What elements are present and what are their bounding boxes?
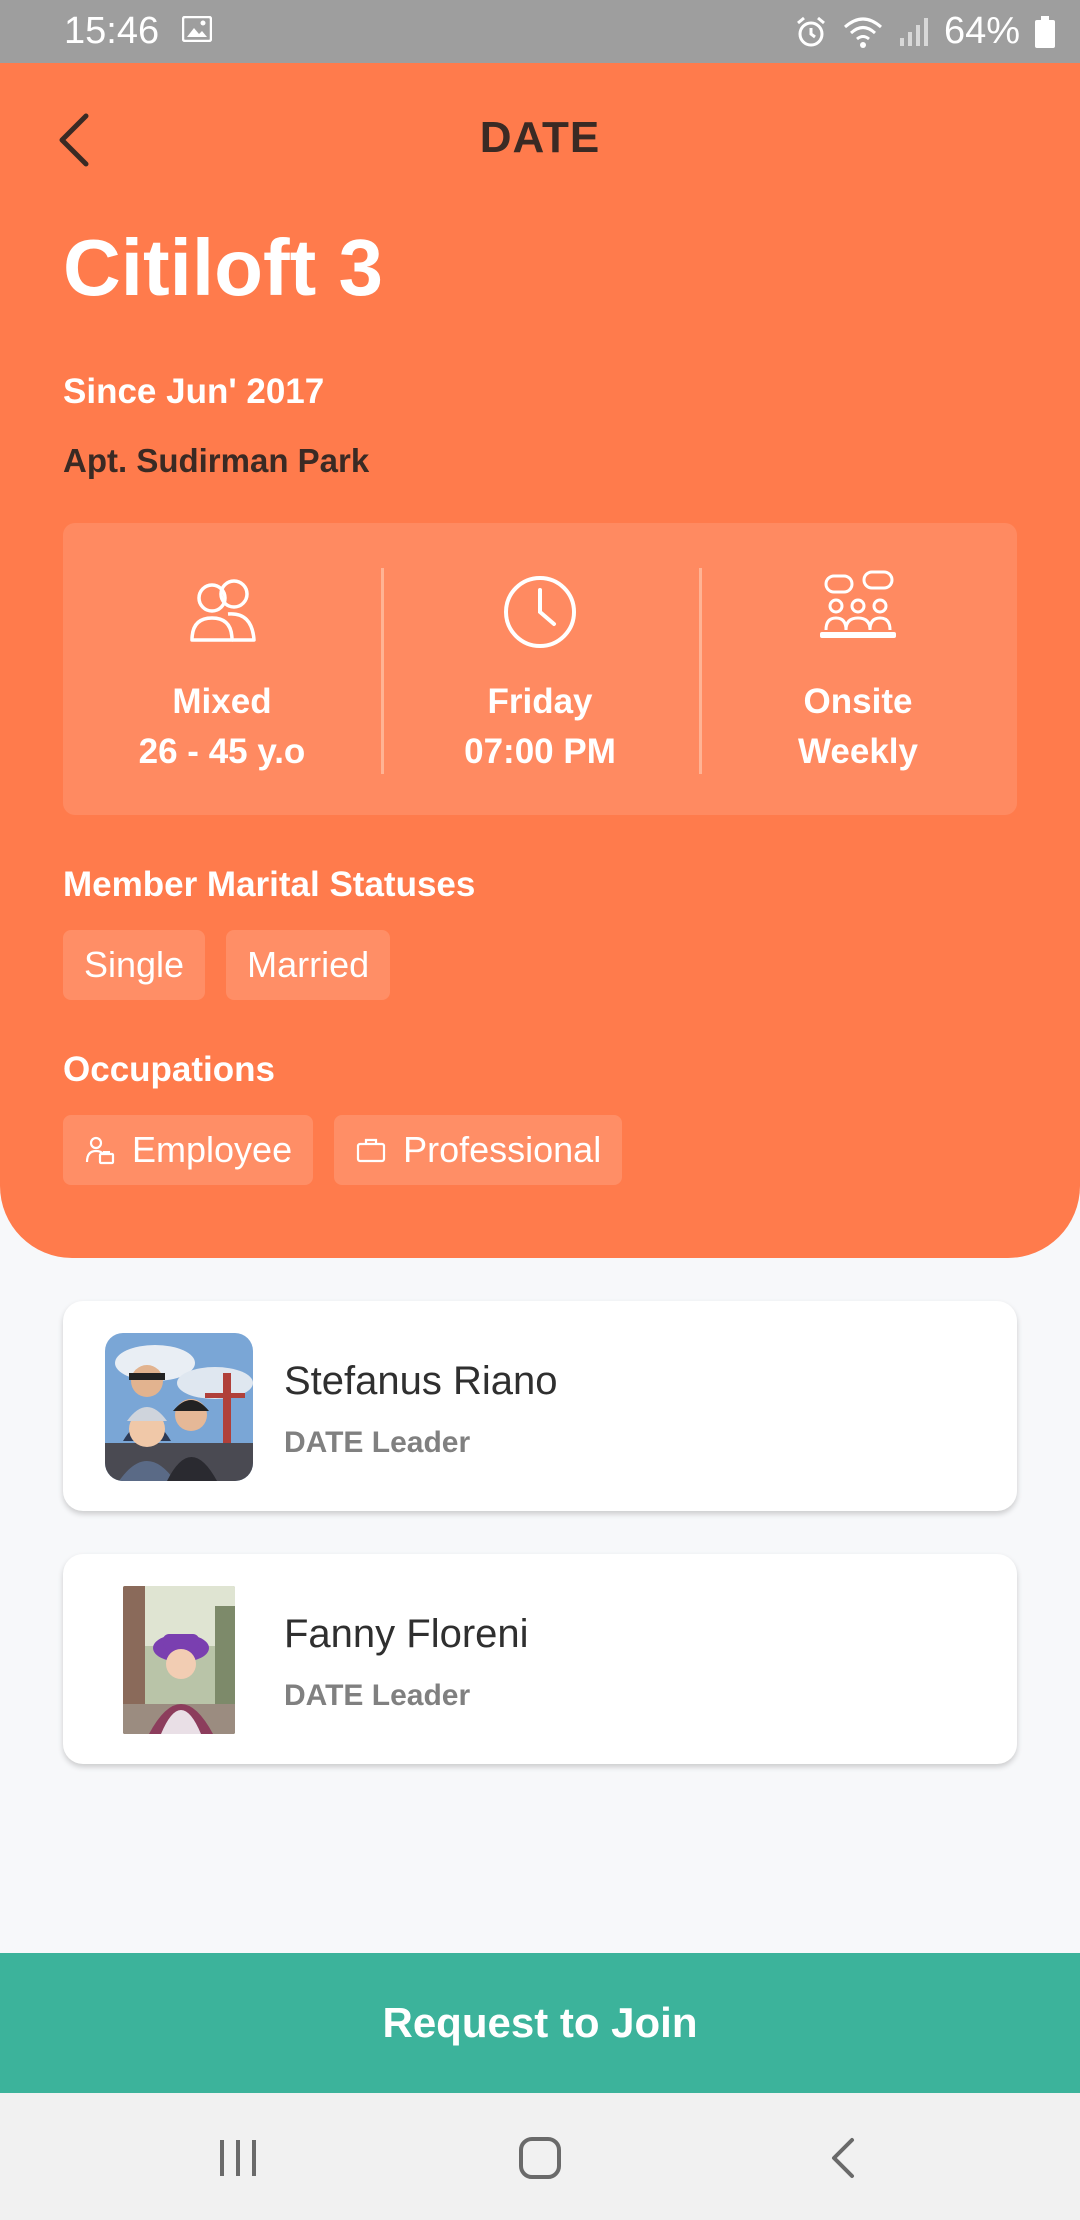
chip-label: Single: [84, 944, 185, 985]
system-back-button[interactable]: [808, 2123, 878, 2193]
info-location-type: Onsite: [803, 682, 913, 721]
info-age-range: 26 - 45 y.o: [138, 732, 306, 771]
group-since: Since Jun' 2017: [63, 372, 325, 411]
recent-apps-button[interactable]: [203, 2123, 273, 2193]
occupation-chips: Employee Professional: [63, 1115, 623, 1185]
group-info-card: Mixed 26 - 45 y.o Friday 07:00 PM Onsite…: [63, 523, 1017, 815]
info-demographic: Mixed 26 - 45 y.o: [63, 523, 381, 815]
chip-professional: Professional: [334, 1115, 623, 1185]
wifi-icon: [843, 17, 882, 48]
info-frequency: Weekly: [798, 732, 918, 771]
battery-icon: [1035, 15, 1055, 48]
info-day: Friday: [487, 682, 593, 721]
chip-single: Single: [63, 930, 206, 1000]
leader-role: DATE Leader: [284, 1426, 471, 1459]
group-name: Citiloft 3: [63, 223, 383, 312]
avatar: [105, 1333, 253, 1481]
info-meeting: Onsite Weekly: [699, 523, 1017, 815]
status-time: 15:46: [64, 10, 160, 52]
leader-card-stefanus[interactable]: Stefanus Riano DATE Leader: [63, 1301, 1017, 1511]
status-bar: 15:46 64%: [0, 0, 1080, 63]
alarm-icon: [796, 16, 825, 46]
recent-apps-icon: [220, 2140, 256, 2176]
marital-status-label: Member Marital Statuses: [63, 865, 476, 904]
chip-label: Employee: [132, 1129, 293, 1170]
leader-name: Fanny Floreni: [284, 1612, 529, 1656]
employee-icon: [85, 1136, 115, 1165]
system-nav-bar: [0, 2093, 1080, 2220]
meeting-icon: [820, 570, 896, 638]
info-gender: Mixed: [172, 682, 272, 721]
avatar: [123, 1586, 235, 1734]
leader-photo-fanny: [123, 1586, 235, 1734]
home-button[interactable]: [505, 2123, 575, 2193]
page-title: DATE: [479, 113, 601, 162]
chip-married: Married: [226, 930, 391, 1000]
info-time: 07:00 PM: [464, 732, 616, 771]
chip-employee: Employee: [63, 1115, 314, 1185]
signal-icon: [899, 17, 928, 46]
briefcase-icon: [356, 1138, 386, 1163]
leader-role: DATE Leader: [284, 1679, 471, 1712]
leader-photo-stefanus: [105, 1333, 253, 1481]
chip-label: Professional: [403, 1129, 602, 1170]
clock-icon: [504, 576, 576, 648]
info-schedule: Friday 07:00 PM: [381, 523, 699, 815]
leader-name: Stefanus Riano: [284, 1359, 558, 1403]
battery-percent: 64%: [943, 10, 1020, 52]
group-location: Apt. Sudirman Park: [63, 442, 370, 479]
leader-card-fanny[interactable]: Fanny Floreni DATE Leader: [63, 1554, 1017, 1764]
occupations-label: Occupations: [63, 1050, 275, 1089]
system-back-icon: [832, 2138, 854, 2178]
request-to-join-button[interactable]: Request to Join: [0, 1953, 1080, 2093]
status-right: 64%: [794, 10, 1056, 53]
image-icon: [182, 16, 212, 42]
people-icon: [190, 579, 256, 642]
chip-label: Married: [247, 944, 370, 985]
home-icon: [519, 2137, 561, 2179]
marital-status-chips: Single Married: [63, 930, 391, 1000]
